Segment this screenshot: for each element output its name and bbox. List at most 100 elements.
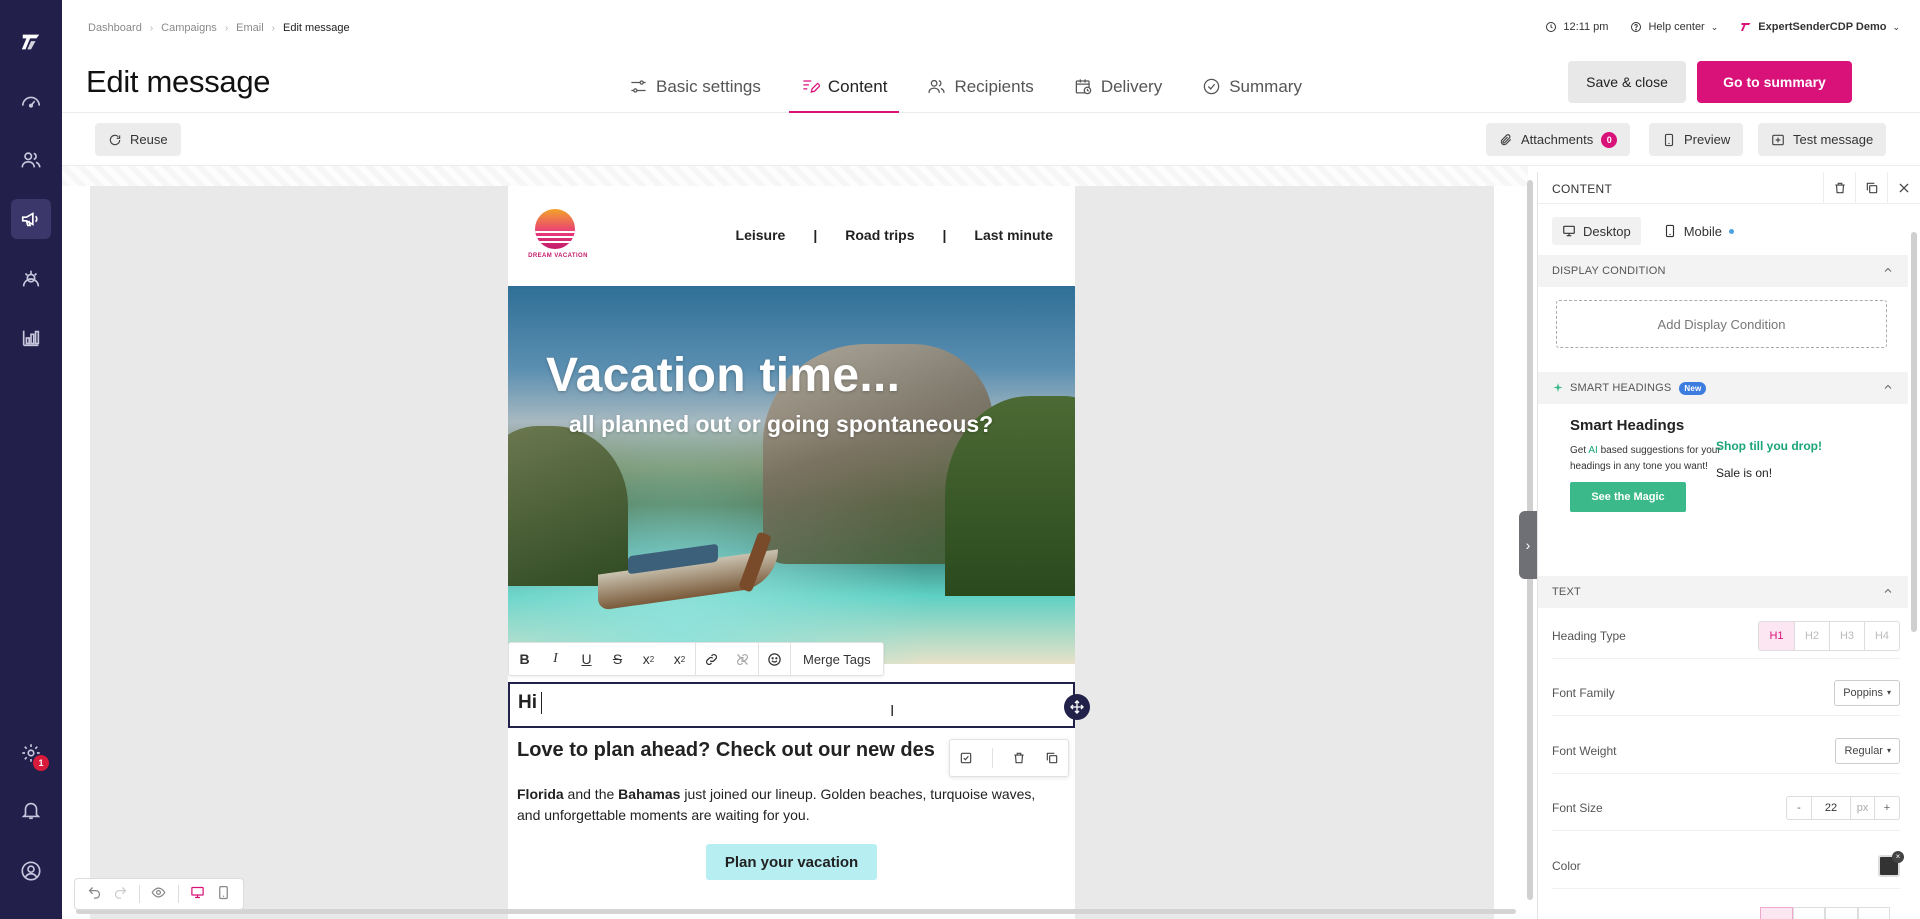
duplicate-icon[interactable] [1045, 751, 1059, 765]
font-family-dropdown[interactable]: Poppins ▾ [1834, 679, 1900, 706]
help-center-link[interactable]: Help center ⌄ [1630, 21, 1718, 33]
panel-collapse-chevron-icon[interactable]: › [1519, 511, 1537, 579]
email-nav-leisure[interactable]: Leisure [736, 227, 786, 243]
campaigns-megaphone-icon[interactable] [11, 199, 51, 239]
section-smart-headings[interactable]: SMART HEADINGS New [1538, 372, 1908, 404]
redo-button[interactable] [113, 885, 128, 903]
tab-mobile[interactable]: Mobile [1653, 217, 1744, 245]
color-row: Color × [1552, 843, 1904, 889]
heading-editable-text[interactable]: Hi [518, 692, 542, 714]
tab-recipients[interactable]: Recipients [915, 60, 1045, 113]
breadcrumb-campaigns[interactable]: Campaigns [161, 22, 217, 34]
emoji-button[interactable] [759, 643, 790, 675]
preview-label: Preview [1684, 132, 1731, 147]
test-message-button[interactable]: Test message [1758, 123, 1887, 156]
plan-vacation-button[interactable]: Plan your vacation [706, 844, 877, 880]
reports-chart-icon[interactable] [11, 318, 51, 358]
preview-eye-button[interactable] [151, 885, 166, 903]
save-close-button[interactable]: Save & close [1568, 61, 1686, 103]
underline-button[interactable]: U [571, 643, 602, 675]
see-the-magic-button[interactable]: See the Magic [1570, 482, 1686, 512]
heading-type-h4[interactable]: H4 [1864, 621, 1899, 650]
merge-tags-button[interactable]: Merge Tags [791, 652, 883, 667]
text-format-toolbar: B I U S x2 x2 Merge Tags [508, 642, 884, 676]
reuse-label: Reuse [130, 132, 168, 147]
panel-scrollbar[interactable] [1910, 212, 1918, 912]
clear-color-icon[interactable]: × [1892, 850, 1904, 863]
chevron-down-icon: ⌄ [1710, 21, 1719, 32]
save-block-icon[interactable] [959, 751, 973, 765]
section-text[interactable]: TEXT [1538, 576, 1908, 608]
font-weight-dropdown[interactable]: Regular ▾ [1835, 737, 1900, 764]
notifications-bell-icon[interactable] [11, 790, 51, 830]
preview-button[interactable]: Preview [1649, 123, 1744, 156]
tab-delivery[interactable]: Delivery [1062, 60, 1174, 113]
section-display-condition[interactable]: DISPLAY CONDITION [1538, 255, 1908, 287]
italic-button[interactable]: I [540, 643, 571, 675]
tab-basic-settings[interactable]: Basic settings [617, 60, 773, 113]
go-to-summary-button[interactable]: Go to summary [1697, 61, 1852, 103]
reuse-button[interactable]: Reuse [95, 123, 181, 156]
eye-icon [152, 887, 166, 898]
tab-desktop[interactable]: Desktop [1552, 217, 1641, 245]
email-header-row[interactable]: DREAM VACATION Leisure | Road trips | La… [508, 186, 1075, 286]
color-swatch[interactable]: × [1878, 850, 1904, 877]
font-family-row: Font Family Poppins ▾ [1552, 670, 1900, 716]
trash-icon[interactable] [1012, 751, 1026, 765]
superscript-button[interactable]: x2 [633, 643, 664, 675]
mobile-device-icon [1664, 133, 1674, 146]
heading-hi-text: Hi [518, 692, 537, 713]
bold-button[interactable]: B [509, 643, 540, 675]
font-size-unit: px [1851, 796, 1875, 819]
block-move-handle[interactable] [1064, 694, 1090, 720]
logo-text: DREAM VACATION [528, 253, 588, 259]
next-control-peek [1760, 907, 1890, 919]
dashboard-gauge-icon[interactable] [11, 82, 51, 122]
tab-content[interactable]: Content [788, 60, 900, 113]
unlink-button[interactable] [727, 643, 758, 675]
new-badge: New [1679, 381, 1707, 395]
desktop-view-button[interactable] [190, 885, 205, 903]
attachments-button[interactable]: Attachments 0 [1486, 123, 1631, 156]
heading-text-block-selected[interactable]: Hi [508, 682, 1075, 728]
email-nav-road-trips[interactable]: Road trips [845, 227, 914, 243]
link-button[interactable] [696, 643, 727, 675]
longtail-boat [598, 531, 778, 612]
canvas-horizontal-scrollbar[interactable] [62, 906, 1536, 916]
font-size-decrement[interactable]: - [1787, 797, 1811, 819]
email-paragraph[interactable]: Florida and the Bahamas just joined our … [517, 784, 1062, 826]
settings-gear-icon[interactable]: 1 [11, 733, 51, 773]
para-text: and the [563, 786, 619, 802]
heading-type-h2[interactable]: H2 [1794, 621, 1829, 650]
account-switcher[interactable]: ExpertSenderCDP Demo ⌄ [1740, 21, 1900, 33]
chevron-up-icon [1884, 588, 1892, 593]
heading-type-h3[interactable]: H3 [1829, 621, 1864, 650]
hero-image[interactable]: Vacation time... all planned out or goin… [508, 286, 1075, 664]
breadcrumb-email[interactable]: Email [236, 22, 264, 34]
add-display-condition-button[interactable]: Add Display Condition [1556, 300, 1887, 348]
strikethrough-button[interactable]: S [602, 643, 633, 675]
email-nav-last-minute[interactable]: Last minute [974, 227, 1053, 243]
mobile-view-button[interactable] [216, 885, 231, 903]
automation-icon[interactable] [11, 259, 51, 299]
heading-type-label: Heading Type [1552, 628, 1626, 643]
panel-duplicate-button[interactable] [1855, 172, 1887, 204]
users-icon [928, 79, 946, 93]
app-logo-icon[interactable] [11, 22, 51, 62]
email-heading-2[interactable]: Love to plan ahead? Check out our new de… [517, 739, 935, 762]
trash-icon [1834, 182, 1845, 194]
dream-vacation-logo[interactable]: DREAM VACATION [528, 209, 587, 265]
panel-delete-button[interactable] [1823, 172, 1855, 204]
undo-button[interactable] [87, 885, 102, 903]
heading-type-h1[interactable]: H1 [1759, 621, 1794, 650]
tab-label: Summary [1229, 76, 1302, 96]
undo-icon [88, 887, 100, 899]
user-profile-icon[interactable] [11, 851, 51, 891]
font-size-input[interactable]: 22 [1811, 796, 1851, 819]
breadcrumb-dashboard[interactable]: Dashboard [88, 22, 142, 34]
font-size-increment[interactable]: + [1875, 797, 1899, 819]
contacts-icon[interactable] [11, 140, 51, 180]
panel-close-button[interactable] [1887, 172, 1919, 204]
subscript-button[interactable]: x2 [664, 643, 695, 675]
tab-summary[interactable]: Summary [1190, 60, 1314, 113]
